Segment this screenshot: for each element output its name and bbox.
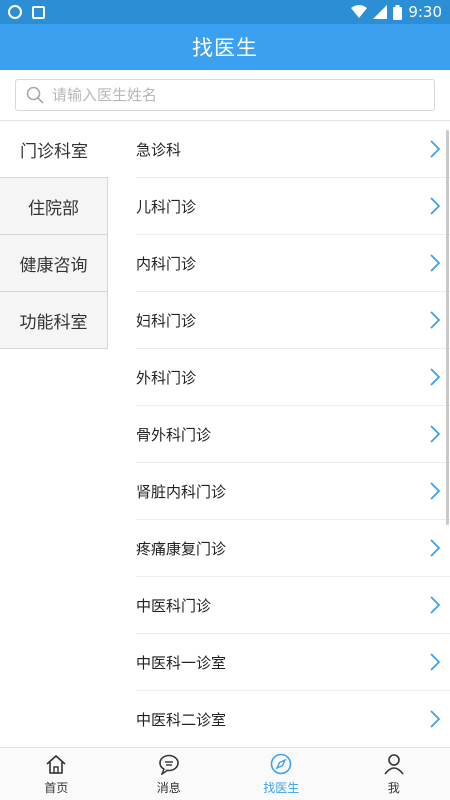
chevron-right-icon [420, 691, 450, 748]
department-label: 肾脏内科门诊 [136, 482, 227, 501]
department-list[interactable]: 急诊科 儿科门诊 内科门诊 妇科门诊 外科门诊 骨外科门诊 肾脏内科门诊 疼痛康… [108, 121, 450, 747]
department-item[interactable]: 急诊科 [136, 121, 450, 178]
category-functional[interactable]: 功能科室 [0, 292, 108, 349]
department-label: 中医科二诊室 [136, 710, 227, 729]
category-label: 健康咨询 [19, 255, 88, 276]
search-input[interactable] [52, 86, 412, 104]
category-health-consult[interactable]: 健康咨询 [0, 235, 108, 292]
department-label: 疼痛康复门诊 [136, 539, 227, 558]
department-label: 外科门诊 [136, 368, 197, 387]
category-label: 功能科室 [19, 312, 88, 333]
chevron-right-icon [420, 634, 450, 691]
department-item[interactable]: 骨外科门诊 [136, 406, 450, 463]
search-bar [0, 70, 450, 121]
chevron-right-icon [420, 520, 450, 577]
category-outpatient[interactable]: 门诊科室 [0, 121, 108, 178]
department-label: 儿科门诊 [136, 197, 197, 216]
category-label: 住院部 [28, 198, 79, 219]
department-item[interactable]: 外科门诊 [136, 349, 450, 406]
wifi-icon [351, 5, 368, 18]
person-icon [382, 752, 406, 776]
category-sidebar: 门诊科室 住院部 健康咨询 功能科室 [0, 121, 108, 349]
department-label: 妇科门诊 [136, 311, 197, 330]
battery-icon [393, 4, 403, 20]
department-item[interactable]: 中医科二诊室 [136, 691, 450, 747]
department-label: 内科门诊 [136, 254, 197, 273]
status-time: 9:30 [408, 3, 442, 21]
tab-home[interactable]: 首页 [0, 748, 113, 800]
tab-label: 消息 [156, 781, 181, 795]
tab-find-doctor[interactable]: 找医生 [225, 748, 338, 800]
tab-label: 找医生 [263, 781, 300, 795]
cellular-signal-icon [373, 5, 388, 19]
search-box[interactable] [15, 79, 435, 111]
category-inpatient[interactable]: 住院部 [0, 178, 108, 235]
department-label: 中医科门诊 [136, 596, 212, 615]
android-notification-icon [32, 5, 45, 19]
page-title: 找医生 [192, 36, 258, 60]
department-label: 骨外科门诊 [136, 425, 212, 444]
department-item[interactable]: 疼痛康复门诊 [136, 520, 450, 577]
department-label: 中医科一诊室 [136, 653, 227, 672]
department-item[interactable]: 内科门诊 [136, 235, 450, 292]
tab-label: 我 [387, 781, 400, 795]
department-item[interactable]: 肾脏内科门诊 [136, 463, 450, 520]
tab-label: 首页 [44, 781, 69, 795]
category-label: 门诊科室 [20, 141, 88, 162]
tab-me[interactable]: 我 [338, 748, 450, 800]
home-icon [44, 752, 68, 776]
chat-bubble-icon [157, 752, 181, 776]
list-scrollbar[interactable] [446, 130, 449, 525]
department-label: 急诊科 [136, 140, 182, 159]
tab-messages[interactable]: 消息 [113, 748, 226, 800]
department-item[interactable]: 儿科门诊 [136, 178, 450, 235]
bottom-tab-bar: 首页 消息 找医生 我 [0, 747, 450, 800]
department-item[interactable]: 中医科一诊室 [136, 634, 450, 691]
compass-icon [269, 752, 293, 776]
search-icon [24, 84, 46, 106]
title-bar: 找医生 [0, 24, 450, 70]
app-notification-icon [8, 5, 22, 19]
department-item[interactable]: 中医科门诊 [136, 577, 450, 634]
status-bar: 9:30 [0, 0, 450, 24]
department-item[interactable]: 妇科门诊 [136, 292, 450, 349]
chevron-right-icon [420, 577, 450, 634]
